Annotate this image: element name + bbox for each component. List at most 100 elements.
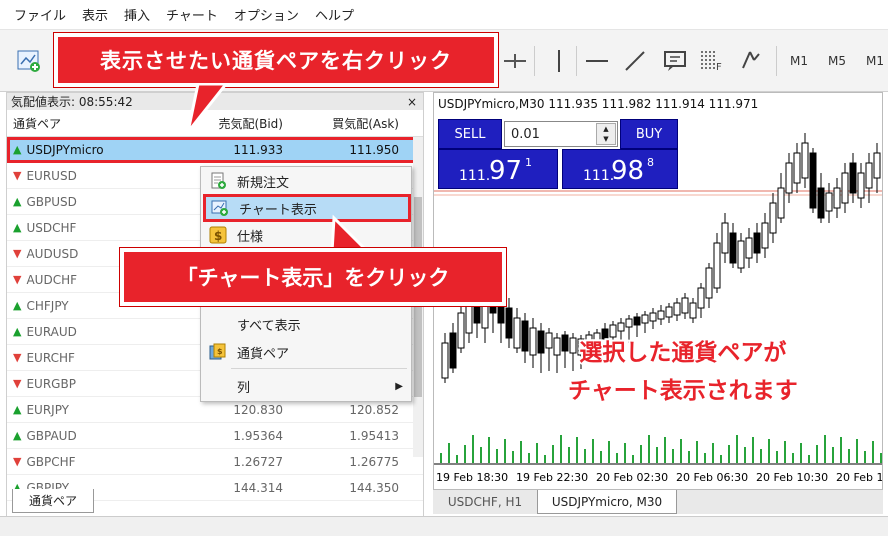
timeframe-m1[interactable]: M1 — [790, 54, 808, 68]
menu-file[interactable]: ファイル — [14, 5, 66, 24]
new-chart-icon[interactable] — [16, 48, 42, 74]
volume-bar — [488, 437, 490, 463]
menu-item-show-all[interactable]: すべて表示 — [201, 310, 413, 338]
arrow-up-icon: ▲ — [13, 429, 22, 442]
volume-bar — [552, 445, 554, 463]
trend-line-icon[interactable] — [622, 48, 648, 74]
ask-cell: 111.950 — [349, 142, 399, 157]
menu-item-specification[interactable]: $ 仕様 — [201, 221, 413, 249]
table-row[interactable]: ▼ GBPCHF 1.26727 1.26775 — [7, 449, 423, 475]
volume-bar — [504, 439, 506, 463]
symbol-name: GBPUSD — [26, 194, 77, 209]
volume-bar — [696, 441, 698, 463]
candle — [449, 323, 457, 373]
volume-bar — [856, 439, 858, 463]
table-row[interactable]: ▲ GBPAUD 1.95364 1.95413 — [7, 423, 423, 449]
candle — [721, 213, 729, 263]
menu-insert[interactable]: 挿入 — [124, 5, 150, 24]
volume-bar — [640, 445, 642, 463]
volume-bar — [576, 437, 578, 463]
ask-cell: 1.95413 — [349, 428, 399, 443]
menu-help[interactable]: ヘルプ — [315, 5, 354, 24]
menu-chart[interactable]: チャート — [166, 5, 218, 24]
table-row[interactable]: ▲ USDJPYmicro 111.933 111.950 — [7, 137, 423, 163]
bid-cell: 111.933 — [233, 142, 283, 157]
volume-bar — [832, 447, 834, 463]
callout-pointer — [186, 84, 228, 133]
candle — [793, 143, 801, 193]
candle — [697, 283, 705, 318]
timeframe-m5[interactable]: M5 — [828, 54, 846, 68]
candle — [537, 323, 545, 373]
arrow-up-icon: ▲ — [13, 325, 22, 338]
volume-bar — [816, 445, 818, 463]
new-chart-icon — [211, 200, 228, 216]
candle — [817, 173, 825, 223]
menu-item-columns[interactable]: 列 ▶ — [201, 372, 413, 400]
annotation-line-2: チャート表示されます — [568, 378, 798, 404]
volume-bar — [728, 445, 730, 463]
tab-usdjpymicro-m30[interactable]: USDJPYmicro, M30 — [537, 490, 677, 514]
symbol-name: EURGBP — [26, 376, 76, 391]
symbol-cell: ▲ GBPAUD — [7, 429, 203, 443]
symbol-cell: ▲ USDJPYmicro — [7, 143, 203, 157]
arrow-down-icon: ▼ — [13, 377, 22, 390]
header-ask[interactable]: 買気配(Ask) — [289, 115, 409, 132]
svg-text:$: $ — [214, 229, 222, 243]
horizontal-line-icon[interactable] — [584, 48, 610, 74]
volume-bar — [512, 451, 514, 463]
volume-bar — [544, 455, 546, 463]
candle — [873, 143, 881, 193]
time-tick-label: 20 Feb 10:30 — [756, 471, 828, 484]
menu-view[interactable]: 表示 — [82, 5, 108, 24]
menu-item-new-order[interactable]: 新規注文 — [201, 167, 413, 195]
volume-bar — [840, 437, 842, 463]
menu-item-label: 列 — [237, 380, 251, 396]
fibonacci-icon[interactable]: F — [698, 48, 724, 74]
text-label-icon[interactable] — [662, 48, 688, 74]
bid-cell: 1.26727 — [233, 454, 283, 469]
tab-symbols[interactable]: 通貨ペア — [12, 489, 94, 513]
volume-bar — [448, 443, 450, 463]
volume-bar — [616, 453, 618, 463]
candle — [521, 313, 529, 363]
volume-bar — [768, 439, 770, 463]
volume-bar — [736, 435, 738, 463]
symbol-name: EURJPY — [26, 402, 70, 417]
objects-icon[interactable] — [738, 48, 764, 74]
time-tick-label: 20 Feb 02:30 — [596, 471, 668, 484]
volume-bar — [824, 435, 826, 463]
symbol-name: GBPCHF — [26, 454, 76, 469]
time-tick-label: 19 Feb 18:30 — [436, 471, 508, 484]
menu-bar: ファイル 表示 挿入 チャート オプション ヘルプ — [0, 0, 888, 30]
close-icon[interactable]: × — [407, 95, 417, 109]
candle — [761, 213, 769, 258]
symbol-name: EURUSD — [26, 168, 77, 183]
volume-bar — [496, 449, 498, 463]
arrow-down-icon: ▼ — [13, 351, 22, 364]
candle — [769, 193, 777, 243]
volume-bar — [776, 451, 778, 463]
symbol-cell: ▼ EURCHF — [7, 351, 203, 365]
candle — [505, 298, 513, 348]
volume-bar — [720, 455, 722, 463]
header-symbol[interactable]: 通貨ペア — [7, 115, 203, 132]
candle — [745, 228, 753, 268]
tab-usdchf-h1[interactable]: USDCHF, H1 — [433, 490, 537, 514]
symbol-cell: ▼ GBPCHF — [7, 455, 203, 469]
market-watch-title: 気配値表示: 08:55:42 — [11, 95, 133, 109]
volume-bar — [648, 435, 650, 463]
menu-options[interactable]: オプション — [234, 5, 299, 24]
time-tick-label: 20 Feb 06:30 — [676, 471, 748, 484]
vertical-line-icon[interactable] — [546, 48, 572, 74]
crosshair-icon[interactable] — [502, 48, 528, 74]
candle — [665, 303, 673, 323]
volume-bar — [808, 455, 810, 463]
candle — [681, 293, 689, 319]
menu-item-chart-window[interactable]: チャート表示 — [203, 194, 411, 222]
menu-item-symbols[interactable]: $ 通貨ペア — [201, 338, 413, 366]
symbol-cell: ▲ EURAUD — [7, 325, 203, 339]
timeframe-m15[interactable]: M1 — [866, 54, 884, 68]
arrow-down-icon: ▼ — [13, 273, 22, 286]
candle — [777, 173, 785, 223]
